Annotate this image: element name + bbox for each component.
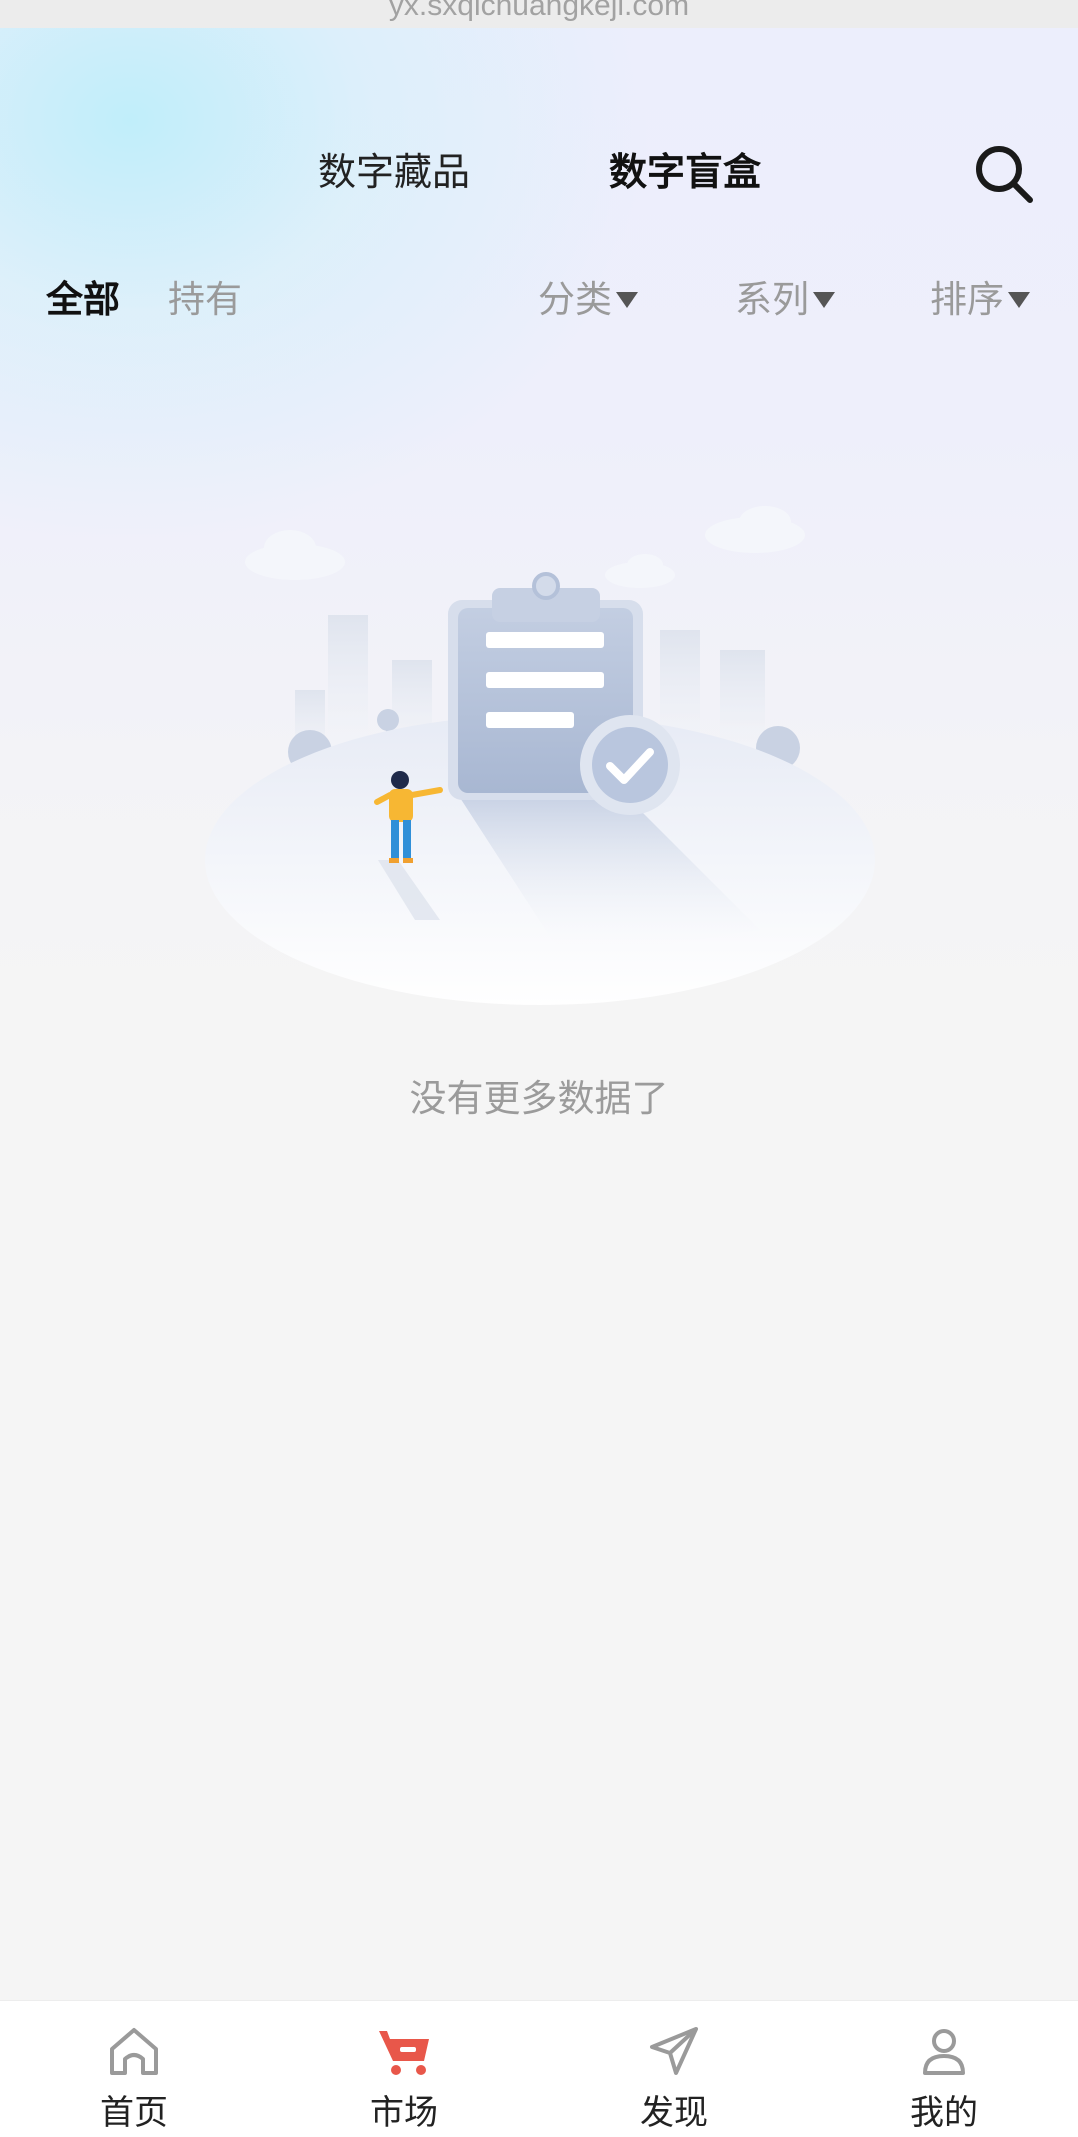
nav-label-discover: 发现 (640, 2093, 708, 2133)
search-button[interactable] (972, 142, 1036, 206)
nav-item-market[interactable]: 市场 (314, 2001, 494, 2137)
nav-label-market: 市场 (370, 2093, 438, 2133)
filter-series-dropdown[interactable]: 系列 (735, 268, 835, 332)
nav-item-mine[interactable]: 我的 (854, 2001, 1034, 2137)
tab-digital-collectibles[interactable]: 数字藏品 (318, 140, 470, 204)
filter-category-label: 分类 (538, 278, 612, 321)
user-icon (923, 2029, 965, 2075)
market-page: yx.sxqichuangkeji.com 数字藏品 数字盲盒 全部 持有 分类… (0, 0, 1078, 2137)
send-icon (650, 2027, 698, 2075)
filter-sort-label: 排序 (930, 278, 1004, 321)
home-icon (110, 2028, 158, 2075)
url-text: yx.sxqichuangkeji.com (388, 0, 690, 22)
filter-owned[interactable]: 持有 (168, 268, 242, 332)
filter-category-dropdown[interactable]: 分类 (538, 268, 638, 332)
empty-state-message: 没有更多数据了 (409, 1077, 669, 1120)
top-tabs: 数字藏品 数字盲盒 (0, 140, 1078, 204)
empty-clipboard-illustration (205, 506, 875, 1005)
search-icon (976, 146, 1033, 203)
nav-item-discover[interactable]: 发现 (584, 2001, 764, 2137)
filter-series-label: 系列 (735, 278, 809, 321)
cart-icon (379, 2031, 429, 2075)
nav-label-home: 首页 (100, 2093, 168, 2133)
triangle-down-icon (813, 291, 835, 308)
triangle-down-icon (616, 291, 638, 308)
filter-row: 全部 持有 分类 系列 排序 (0, 268, 1078, 332)
triangle-down-icon (1008, 291, 1030, 308)
filter-all[interactable]: 全部 (46, 268, 120, 332)
browser-url-bar: yx.sxqichuangkeji.com (0, 0, 1078, 28)
nav-item-home[interactable]: 首页 (44, 2001, 224, 2137)
nav-label-mine: 我的 (910, 2093, 978, 2133)
filter-sort-dropdown[interactable]: 排序 (930, 268, 1030, 332)
bottom-nav: 首页 市场 发现 我的 (0, 2000, 1078, 2137)
tab-digital-blind-box[interactable]: 数字盲盒 (609, 140, 761, 204)
